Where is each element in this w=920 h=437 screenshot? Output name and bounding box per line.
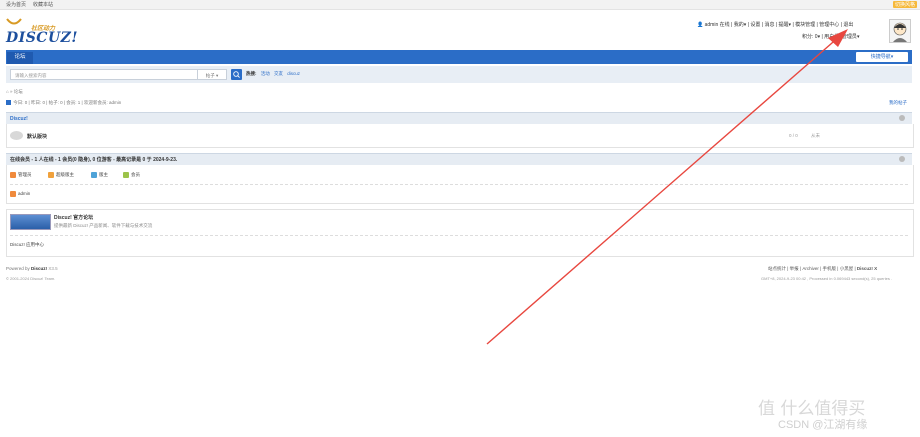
breadcrumb-forum[interactable]: 论坛 <box>14 89 23 94</box>
legend-super-mod: 超级版主 <box>48 172 74 178</box>
forum-counts: 0 / 0 <box>789 133 798 138</box>
super-mod-group-icon <box>48 172 54 178</box>
footer-blacklist-link[interactable]: 小黑屋 <box>840 266 854 271</box>
quick-nav-button[interactable]: 快捷导航▾ <box>856 52 908 62</box>
category-title[interactable]: Discuz! <box>10 116 28 122</box>
online-username: admin <box>18 191 31 197</box>
logo-smile-icon <box>6 18 22 25</box>
top-bar: 设为首页 收藏本站 切换风格 <box>0 0 920 10</box>
site-logo[interactable]: DISCUZ! <box>6 30 78 46</box>
app-center-link[interactable]: Discuz! 应用中心 <box>10 242 44 248</box>
notifications-link[interactable]: 提醒 <box>779 22 789 28</box>
legend-label: 会员 <box>131 172 140 178</box>
hot-word-1[interactable]: 活动 <box>261 71 270 76</box>
admin-user-icon <box>10 191 16 197</box>
powered-brand-link[interactable]: Discuz! <box>31 266 47 271</box>
stats-text: 今日: 0 | 昨日: 0 | 帖子: 0 | 会员: 1 | 欢迎新会员: a… <box>13 100 122 105</box>
bookmark-link[interactable]: 收藏本站 <box>33 1 53 8</box>
search-button[interactable] <box>231 69 242 80</box>
search-type-label: 帖子 <box>205 73 215 78</box>
footer-stats-link[interactable]: 站点统计 <box>768 266 786 271</box>
hot-word-2[interactable]: 交友 <box>274 71 283 76</box>
user-icon: 👤 <box>697 22 704 28</box>
search-icon <box>233 71 240 78</box>
collapse-icon[interactable] <box>899 156 905 162</box>
forum-name[interactable]: 默认版块 <box>27 133 47 140</box>
footer-copyright: © 2001-2024 Discuz! Team. <box>6 276 56 281</box>
mod-group-icon <box>91 172 97 178</box>
online-status[interactable]: 在线 <box>720 22 730 28</box>
friend-links-box <box>6 209 914 257</box>
online-title[interactable]: 在线会员 - 1 人在线 - 1 会员(0 隐身), 0 位游客 - 最高记录是… <box>10 156 177 163</box>
admin-center-link[interactable]: 管理中心 <box>819 22 839 28</box>
home-icon[interactable]: ⌂ <box>6 89 9 94</box>
messages-link[interactable]: 消息 <box>764 22 774 28</box>
avatar[interactable] <box>889 19 911 43</box>
breadcrumb-sep: » <box>9 89 13 94</box>
footer-report-link[interactable]: 举报 <box>790 266 799 271</box>
divider <box>10 184 908 185</box>
set-homepage-link[interactable]: 设为首页 <box>6 1 26 8</box>
user-links-row2: 积分: 0▾ | 用户组: 管理员▾ <box>802 34 860 40</box>
forum-stats: 今日: 0 | 昨日: 0 | 帖子: 0 | 会员: 1 | 欢迎新会员: a… <box>6 100 121 106</box>
legend-member: 会员 <box>123 172 140 178</box>
logout-link[interactable]: 退出 <box>843 22 853 28</box>
hot-word-3[interactable]: discuz <box>287 71 300 76</box>
footer-mobile-link[interactable]: 手机版 <box>823 266 837 271</box>
module-manage-link[interactable]: 模块管理 <box>795 22 815 28</box>
powered-version: X3.5 <box>48 266 58 271</box>
legend-label: 管理员 <box>18 172 32 178</box>
category-header: Discuz! <box>6 112 912 124</box>
search-type-select[interactable]: 帖子 ▾ <box>198 69 227 80</box>
legend-label: 版主 <box>99 172 108 178</box>
my-link[interactable]: 我的 <box>734 22 744 28</box>
user-links-row1: 👤 admin 在线 | 我的▾ | 设置 | 消息 | 提醒▾ | 模块管理 … <box>697 22 854 28</box>
footer-links: 站点统计 | 举报 | Archiver | 手机版 | 小黑屋 | Discu… <box>768 266 878 271</box>
legend-label: 超级版主 <box>56 172 74 178</box>
friend-link-desc: 提供最新 Discuz! 产品新闻、软件下载与技术交流 <box>54 223 153 228</box>
footer-archiver-link[interactable]: Archiver <box>802 266 819 271</box>
member-group-icon <box>123 172 129 178</box>
legend-admin: 管理员 <box>10 172 32 178</box>
admin-group-icon <box>10 172 16 178</box>
discuz-banner[interactable] <box>10 214 51 230</box>
friend-link-title[interactable]: Discuz! 官方论坛 <box>54 214 93 221</box>
settings-link[interactable]: 设置 <box>750 22 760 28</box>
online-user[interactable]: admin <box>10 191 30 197</box>
forum-last-post: 从未 <box>811 133 820 138</box>
main-nav: 论坛 <box>6 50 912 64</box>
powered-text: Powered by <box>6 266 30 271</box>
tab-forum[interactable]: 论坛 <box>7 52 33 64</box>
legend-mod: 版主 <box>91 172 108 178</box>
divider <box>10 235 908 236</box>
collapse-icon[interactable] <box>899 115 905 121</box>
search-input[interactable]: 请输入搜索内容 <box>10 69 198 80</box>
watermark-credit: CSDN @江湖有缘 <box>778 419 868 431</box>
switch-style-button[interactable]: 切换风格 <box>893 1 918 8</box>
category-panel <box>6 124 914 148</box>
footer-powered: Powered by Discuz! X3.5 <box>6 266 58 271</box>
username-link[interactable]: admin <box>705 22 719 28</box>
avatar-face-icon <box>890 20 910 42</box>
quick-nav-label: 快捷导航 <box>870 54 891 60</box>
forum-icon <box>10 131 23 140</box>
footer-gmt: GMT+8, 2024-9-23 00:42 , Processed in 0.… <box>761 276 893 281</box>
credits-link[interactable]: 积分: 0 <box>802 34 818 40</box>
usergroup-link[interactable]: 用户组: 管理员 <box>824 34 857 40</box>
hot-search-label: 热搜: <box>246 71 257 76</box>
breadcrumb: ⌂ » 论坛 <box>6 89 23 95</box>
hot-search: 热搜: 活动 交友 discuz <box>246 71 300 77</box>
stats-icon <box>6 100 11 106</box>
my-posts-link[interactable]: 我的帖子 <box>889 100 907 106</box>
footer-discuz-link[interactable]: Discuz! X <box>857 266 877 271</box>
